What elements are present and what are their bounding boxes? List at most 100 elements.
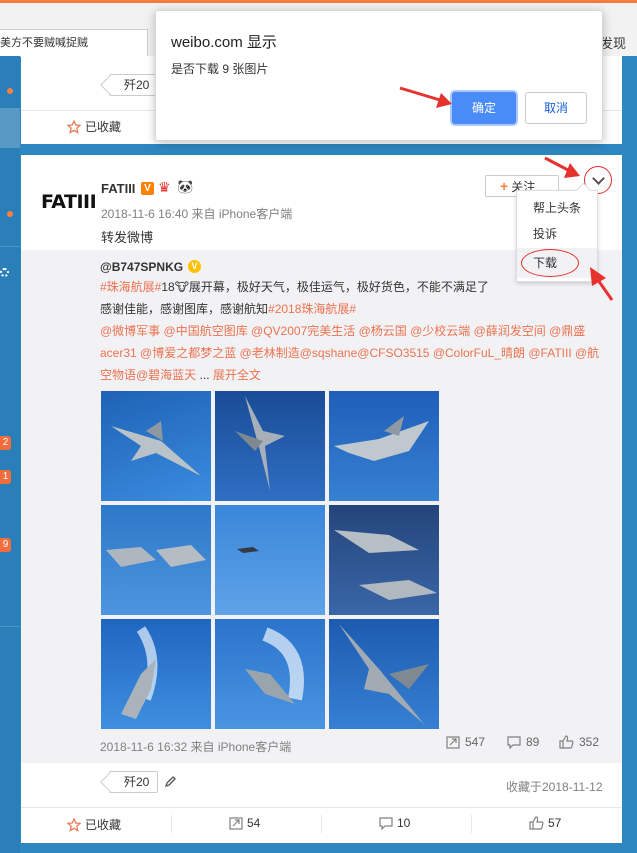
retweet-text-line: @微博军事 @中国航空图库 @QV2007完美生活 @杨云国 @少校云端 @薛润… <box>100 322 585 339</box>
username[interactable]: FATIII <box>101 181 135 196</box>
retweet-block: @B747SPNKG V #珠海航展#18🐮展开幕，极好天气，极佳运气，极好货色… <box>21 250 622 763</box>
retweet-text-line: 感谢佳能，感谢图库，感谢航知#2018珠海航展# <box>100 300 356 317</box>
comment-icon <box>507 735 521 749</box>
sidebar-badge: 2 <box>0 436 11 450</box>
retweet-link[interactable]: acer31 @博爱之都梦之蓝 @老林制造@sqshane@CFSO3515 @… <box>100 346 599 360</box>
cancel-button[interactable]: 取消 <box>525 92 587 124</box>
post-text: 转发微博 <box>101 230 154 245</box>
retweet-time-source[interactable]: 2018-11-6 16:32 来自 iPhone客户端 <box>100 738 291 755</box>
dialog-title: weibo.com 显示 <box>171 34 277 51</box>
favorited-time: 收藏于2018-11-12 <box>506 780 603 794</box>
jet-icon <box>245 627 304 704</box>
like-count: 352 <box>579 735 600 749</box>
repost-count: 54 <box>247 816 261 830</box>
jet-icon <box>106 545 206 567</box>
tag-button[interactable]: 歼20 <box>109 74 159 96</box>
repost-icon <box>229 816 243 830</box>
sidebar-divider <box>0 626 20 627</box>
search-input[interactable]: 美方不要贼喊捉贼 <box>0 29 148 57</box>
retweet-like-button[interactable]: 352 <box>559 735 599 749</box>
jet-icon <box>339 624 429 724</box>
jet-image[interactable] <box>215 619 325 729</box>
dialog-message: 是否下载 9 张图片 <box>171 62 269 76</box>
jet-image[interactable] <box>329 505 439 615</box>
retweet-comment-button[interactable]: 89 <box>507 735 539 749</box>
comment-count: 89 <box>526 735 540 749</box>
menu-item-label: 帮上头条 <box>533 201 582 215</box>
jet-image[interactable] <box>329 391 439 501</box>
verified-badge: V <box>188 260 201 273</box>
verified-badge: V <box>141 182 154 195</box>
jet-image[interactable] <box>101 619 211 729</box>
divider <box>21 807 622 808</box>
highlight-ring <box>521 249 579 277</box>
jet-image[interactable] <box>101 391 211 501</box>
collect-label: 已收藏 <box>85 818 122 832</box>
retweet-link[interactable]: @微博军事 @中国航空图库 @QV2007完美生活 @杨云国 @少校云端 @薛润… <box>100 324 585 338</box>
collect-label: 已收藏 <box>85 120 122 134</box>
retweet-text-line: 空物语@碧海蓝天 ... 展开全文 <box>100 366 261 383</box>
retweet-repost-button[interactable]: 547 <box>446 735 485 749</box>
menu-item-label: 投诉 <box>533 227 558 241</box>
like-button[interactable]: 57 <box>529 816 561 830</box>
jet-icon <box>111 421 201 476</box>
tag-button[interactable]: 歼20 <box>109 771 159 793</box>
retweet-link[interactable]: #2018珠海航展# <box>268 302 356 316</box>
tag-label: 歼20 <box>124 78 150 92</box>
sidebar-divider <box>0 246 20 247</box>
collect-button[interactable]: 已收藏 <box>67 816 121 833</box>
divider <box>171 815 172 833</box>
comment-icon <box>379 816 393 830</box>
tag-label: 歼20 <box>124 775 150 789</box>
sidebar-dot <box>7 211 13 217</box>
retweet-text-segment: 感谢佳能，感谢图库，感谢航知 <box>100 302 269 316</box>
retweet-text-segment: 18🐮展开幕，极好天气，极佳运气，极好货色，不能不满足了 <box>161 280 489 294</box>
sidebar-badge: 1 <box>0 470 11 484</box>
repost-button[interactable]: 54 <box>229 816 260 830</box>
jet-icon <box>334 530 437 600</box>
sidebar-badge: 9 <box>0 538 11 552</box>
avatar[interactable]: FATIII <box>41 191 97 213</box>
jet-image[interactable] <box>329 619 439 729</box>
thumbs-up-icon <box>559 735 574 749</box>
collect-button[interactable]: 已收藏 <box>67 118 121 135</box>
gear-icon[interactable] <box>0 268 9 277</box>
confirm-dialog: weibo.com 显示 是否下载 9 张图片 确定 取消 <box>155 10 603 141</box>
jet-icon <box>121 626 158 719</box>
retweet-text-segment: ... <box>196 368 213 382</box>
divider <box>321 815 322 833</box>
discover-link[interactable]: 发现 <box>600 33 626 52</box>
retweet-link[interactable]: 空物语@碧海蓝天 <box>100 368 196 382</box>
ok-button[interactable]: 确定 <box>452 92 516 124</box>
star-icon <box>67 119 81 134</box>
jet-icon <box>235 396 285 491</box>
comment-count: 10 <box>397 816 411 830</box>
comment-button[interactable]: 10 <box>379 816 410 830</box>
jet-image[interactable] <box>215 505 325 615</box>
jet-image[interactable] <box>215 391 325 501</box>
plus-icon: + <box>500 178 509 194</box>
menu-item-report[interactable]: 投诉 <box>517 219 597 249</box>
sidebar-active-item[interactable] <box>0 108 20 148</box>
retweet-link[interactable]: #珠海航展# <box>100 280 161 294</box>
sidebar-dot <box>7 88 13 94</box>
panda-icon: 🐼 <box>177 179 194 194</box>
divider <box>471 815 472 833</box>
post-time-source[interactable]: 2018-11-6 16:40 来自 iPhone客户端 <box>101 205 292 222</box>
repost-count: 547 <box>465 735 486 749</box>
star-icon <box>67 817 81 832</box>
jet-icon <box>237 547 259 553</box>
repost-icon <box>446 735 460 749</box>
post-options-menu: 帮上头条 投诉 下载 <box>516 190 598 282</box>
retweet-author[interactable]: @B747SPNKG <box>100 260 183 274</box>
like-count: 57 <box>548 816 562 830</box>
retweet-link[interactable]: 展开全文 <box>213 368 261 382</box>
member-icon: ♛ <box>158 179 171 195</box>
thumbs-up-icon <box>529 816 544 830</box>
jet-image[interactable] <box>101 505 211 615</box>
left-sidebar: 2 1 9 <box>0 56 20 853</box>
retweet-text-line: #珠海航展#18🐮展开幕，极好天气，极佳运气，极好货色，不能不满足了 <box>100 278 489 295</box>
jet-icon <box>334 416 429 461</box>
menu-item-download[interactable]: 下载 <box>517 248 597 278</box>
edit-icon[interactable] <box>164 775 176 791</box>
